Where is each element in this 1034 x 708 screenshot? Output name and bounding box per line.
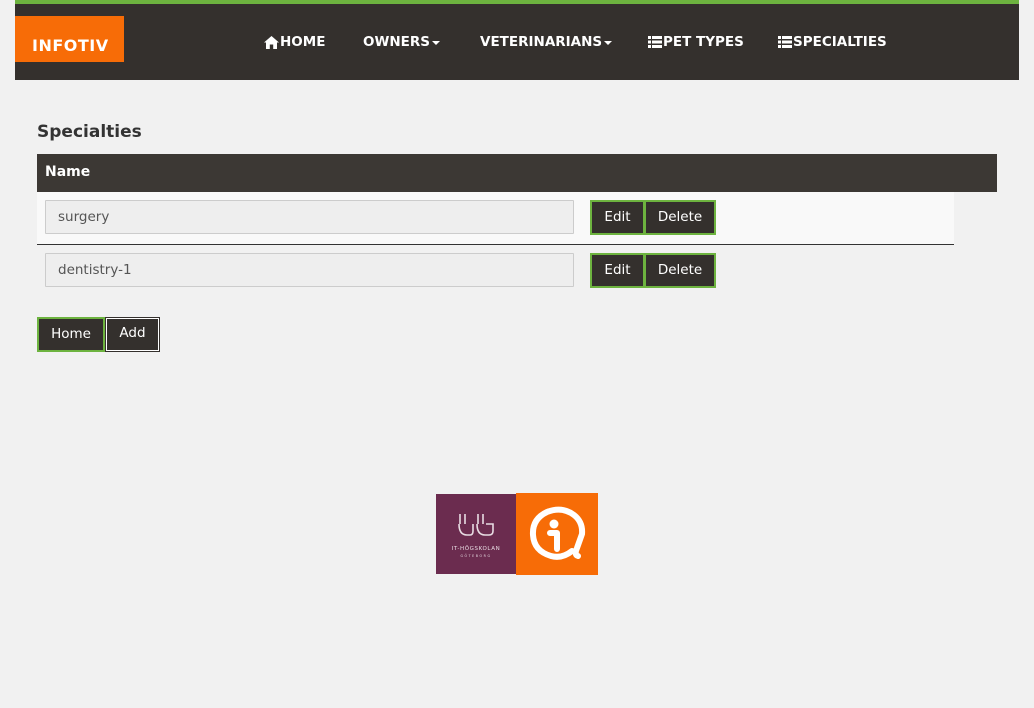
table-header: Name (37, 154, 997, 192)
chevron-down-icon (432, 40, 441, 45)
nav-item-home[interactable]: HOME (264, 34, 325, 50)
nav-item-owners-label: OWNERS (363, 34, 431, 50)
list-icon (648, 36, 662, 48)
table-row: dentistry-1 Edit Delete (37, 245, 954, 297)
specialty-name-field[interactable]: dentistry-1 (45, 253, 574, 287)
delete-button[interactable]: Delete (644, 200, 716, 235)
nav-item-pet-types[interactable]: PET TYPES (648, 34, 744, 50)
svg-text:IT-HÖGSKOLAN: IT-HÖGSKOLAN (452, 545, 501, 552)
infotiv-logo (516, 493, 598, 575)
navbar: INFOTIV HOME OWNERS VETERINARIANS PET TY… (15, 4, 1019, 80)
chevron-down-icon (604, 40, 613, 45)
it-hogskolan-logo: IT-HÖGSKOLAN GÖTEBORG (436, 494, 516, 574)
edit-button[interactable]: Edit (590, 253, 645, 288)
nav-item-owners[interactable]: OWNERS (363, 34, 441, 50)
nav-item-veterinarians[interactable]: VETERINARIANS (480, 34, 613, 50)
specialty-name-field[interactable]: surgery (45, 200, 574, 234)
table-row: surgery Edit Delete (37, 192, 954, 245)
column-header-name: Name (45, 164, 91, 180)
delete-button[interactable]: Delete (644, 253, 716, 288)
it-hogskolan-emblem-icon: IT-HÖGSKOLAN GÖTEBORG (452, 514, 501, 558)
nav-item-specialties[interactable]: SPECIALTIES (778, 34, 887, 50)
infotiv-i-icon (529, 506, 586, 560)
edit-button[interactable]: Edit (590, 200, 645, 235)
home-button[interactable]: Home (37, 317, 105, 352)
add-button[interactable]: Add (105, 317, 160, 352)
page-title: Specialties (37, 122, 142, 142)
list-icon (778, 36, 792, 48)
svg-text:GÖTEBORG: GÖTEBORG (460, 553, 491, 558)
brand-logo[interactable]: INFOTIV (15, 16, 124, 62)
nav-item-specialties-label: SPECIALTIES (793, 34, 887, 50)
nav-item-home-label: HOME (280, 34, 326, 50)
home-icon (264, 35, 279, 49)
nav-item-veterinarians-label: VETERINARIANS (480, 34, 603, 50)
nav-item-pet-types-label: PET TYPES (663, 34, 744, 50)
